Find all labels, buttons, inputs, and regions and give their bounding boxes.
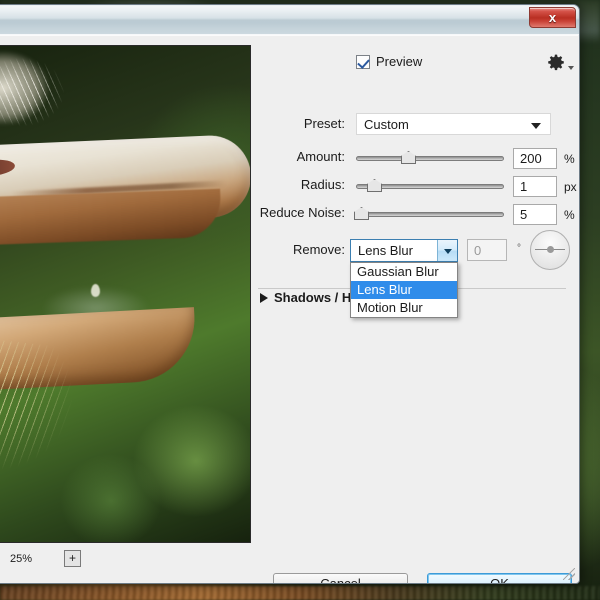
amount-slider-track[interactable] [356, 156, 504, 161]
cancel-button[interactable]: Cancel [273, 573, 408, 584]
remove-dropdown-list[interactable]: Gaussian Blur Lens Blur Motion Blur [350, 262, 458, 318]
preset-value: Custom [364, 117, 409, 132]
background-wood-strip [0, 586, 600, 600]
angle-unit: ° [517, 243, 521, 254]
desktop-background: x 25% + [0, 0, 600, 600]
dropdown-option-gaussian-blur[interactable]: Gaussian Blur [351, 263, 457, 281]
gear-icon[interactable] [546, 53, 566, 73]
gear-dropdown-caret-icon[interactable] [568, 66, 574, 70]
dialog-titlebar[interactable]: x [0, 5, 579, 35]
zoom-controls: 25% + [2, 550, 202, 572]
chevron-down-icon [531, 123, 541, 129]
gear-icon-svg [546, 53, 566, 73]
remove-combobox[interactable]: Lens Blur [350, 239, 458, 262]
bird-plume-hairs [0, 48, 96, 143]
radius-input[interactable]: 1 [513, 176, 557, 197]
bird-jaw-fur [0, 336, 160, 531]
dropdown-option-lens-blur[interactable]: Lens Blur [351, 281, 457, 299]
radius-slider-thumb[interactable] [367, 179, 382, 192]
angle-dial[interactable] [530, 230, 570, 270]
amount-label: Amount: [185, 149, 345, 164]
chevron-right-icon[interactable] [260, 293, 268, 303]
titlebar-gloss [0, 6, 578, 33]
dialog-client-area: 25% + Preview Preset: Custom [0, 35, 578, 582]
amount-unit: % [564, 152, 575, 166]
preset-combobox[interactable]: Custom [356, 113, 551, 135]
amount-slider-thumb[interactable] [401, 151, 416, 164]
water-droplet [91, 284, 100, 297]
close-icon[interactable]: x [529, 7, 576, 28]
angle-input[interactable]: 0 [467, 239, 507, 261]
preset-label: Preset: [185, 116, 345, 131]
radius-label: Radius: [185, 177, 345, 192]
smart-sharpen-dialog: x 25% + [0, 4, 580, 584]
zoom-level-label: 25% [10, 553, 32, 565]
reduce-noise-unit: % [564, 208, 575, 222]
preview-checkbox-label: Preview [376, 54, 422, 69]
shadows-highlights-title[interactable]: Shadows / H [274, 290, 351, 305]
remove-label: Remove: [185, 242, 345, 257]
radius-unit: px [564, 180, 577, 194]
ok-button[interactable]: OK [427, 573, 572, 584]
reduce-noise-slider-thumb[interactable] [354, 207, 369, 220]
resize-grip[interactable] [563, 568, 575, 580]
reduce-noise-input[interactable]: 5 [513, 204, 557, 225]
remove-selected-value: Lens Blur [358, 243, 413, 258]
preview-checkbox[interactable] [356, 55, 370, 69]
amount-input[interactable]: 200 [513, 148, 557, 169]
reduce-noise-label: Reduce Noise: [185, 205, 345, 220]
reduce-noise-slider-track[interactable] [356, 212, 504, 217]
dropdown-option-motion-blur[interactable]: Motion Blur [351, 299, 457, 317]
chevron-down-icon[interactable] [437, 240, 457, 261]
zoom-in-button[interactable]: + [64, 550, 81, 567]
